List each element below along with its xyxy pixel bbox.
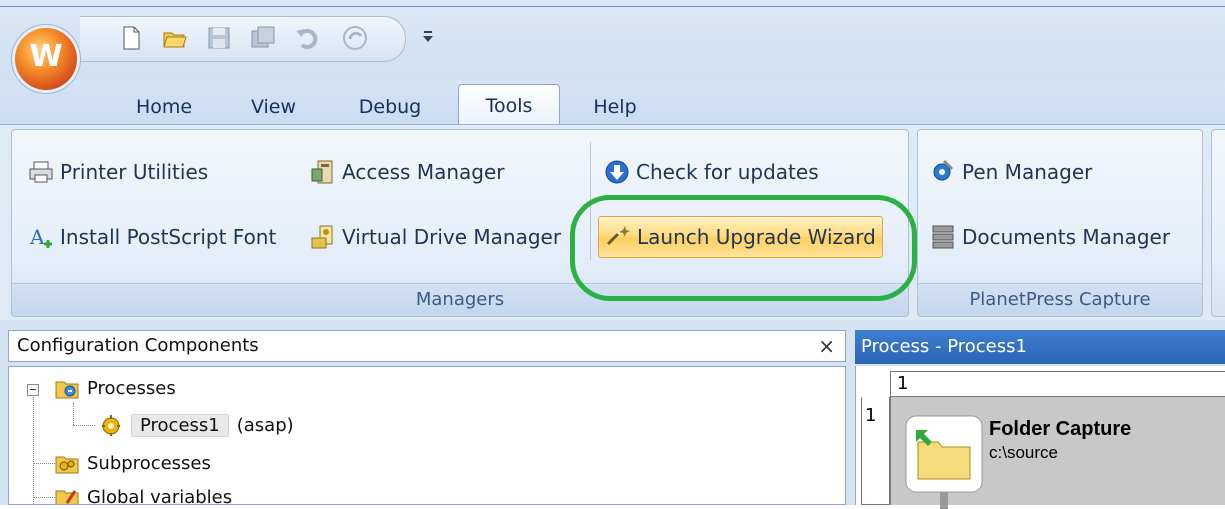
redo-icon[interactable]	[342, 25, 368, 51]
documents-manager-label: Documents Manager	[962, 225, 1171, 249]
tree-line	[73, 425, 95, 426]
install-postscript-font-button[interactable]: A Install PostScript Font	[28, 217, 276, 257]
process-gear-icon	[102, 415, 120, 436]
tab-help[interactable]: Help	[578, 90, 652, 124]
configuration-components-header: Configuration Components ×	[8, 330, 846, 362]
process-grid: 1 1 Folder Capture c:\source	[855, 366, 1225, 509]
column-header-label: 1	[897, 373, 909, 394]
close-panel-icon[interactable]: ×	[818, 331, 835, 361]
process-panel-title: Process - Process1	[861, 336, 1027, 357]
subprocesses-folder-icon	[55, 456, 79, 474]
configuration-tree: Processes Process1 (asap) Subprocesses G…	[8, 366, 846, 505]
tab-debug[interactable]: Debug	[346, 90, 434, 124]
quick-access-toolbar	[80, 16, 406, 62]
tree-node-process1[interactable]: Process1 (asap)	[99, 410, 294, 440]
subprocesses-label: Subprocesses	[87, 452, 211, 474]
ribbon-tab-row: Home View Debug Tools Help	[0, 80, 1225, 127]
tab-tools[interactable]: Tools	[458, 84, 560, 127]
virtual-drive-icon	[311, 225, 333, 249]
open-folder-icon[interactable]	[162, 25, 188, 51]
tree-node-subprocesses[interactable]: Subprocesses	[55, 448, 211, 478]
access-manager-icon	[311, 160, 333, 184]
process1-label: Process1	[131, 413, 229, 437]
access-manager-label: Access Manager	[342, 160, 505, 184]
tree-node-processes[interactable]: Processes	[55, 373, 176, 403]
folder-capture-title: Folder Capture	[989, 418, 1132, 440]
highlight-callout	[570, 195, 917, 301]
collapse-toggle[interactable]	[27, 384, 39, 396]
check-for-updates-button[interactable]: Check for updates	[604, 152, 819, 192]
printer-utilities-button[interactable]: Printer Utilities	[28, 152, 208, 192]
tree-line	[33, 389, 34, 504]
tree-line	[73, 403, 74, 425]
folder-capture-path: c:\source	[989, 443, 1058, 462]
pen-manager-label: Pen Manager	[962, 160, 1093, 184]
virtual-drive-manager-label: Virtual Drive Manager	[342, 225, 562, 249]
undo-icon[interactable]	[294, 25, 320, 51]
processes-folder-icon	[55, 381, 79, 399]
tree-node-global-variables[interactable]: Global variables	[55, 482, 233, 505]
new-document-icon[interactable]	[118, 25, 144, 51]
window-border	[0, 6, 1225, 7]
column-header: 1	[890, 371, 1225, 397]
customize-quick-access-icon[interactable]	[420, 28, 436, 44]
save-icon[interactable]	[206, 25, 232, 51]
download-update-icon	[605, 160, 629, 184]
orb-letter: W	[29, 39, 63, 74]
process1-status: (asap)	[236, 414, 294, 436]
planetpress-capture-group-label: PlanetPress Capture	[918, 283, 1202, 316]
virtual-drive-manager-button[interactable]: Virtual Drive Manager	[310, 217, 561, 257]
row-header: 1	[861, 397, 890, 505]
folder-capture-icon[interactable]	[904, 414, 984, 509]
tree-line	[33, 497, 55, 498]
tab-home[interactable]: Home	[120, 90, 208, 124]
access-manager-button[interactable]: Access Manager	[310, 152, 505, 192]
font-icon: A	[29, 225, 52, 249]
global-variables-label: Global variables	[87, 486, 233, 505]
pen-manager-button[interactable]: Pen Manager	[930, 152, 1092, 192]
pen-manager-icon	[933, 159, 954, 181]
global-variables-folder-icon	[55, 490, 79, 504]
svg-text:A: A	[29, 225, 45, 249]
save-all-icon[interactable]	[250, 25, 276, 51]
row-header-label: 1	[865, 405, 877, 426]
processes-label: Processes	[87, 377, 176, 399]
next-group	[1211, 129, 1225, 317]
configuration-components-title: Configuration Components	[17, 335, 259, 356]
tree-line	[33, 463, 55, 464]
process-panel-header: Process - Process1	[855, 330, 1225, 364]
printer-utilities-label: Printer Utilities	[60, 160, 209, 184]
check-for-updates-label: Check for updates	[636, 160, 819, 184]
printer-icon	[29, 161, 53, 183]
documents-manager-icon	[932, 225, 954, 249]
tab-view[interactable]: View	[236, 90, 311, 124]
documents-manager-button[interactable]: Documents Manager	[930, 217, 1170, 257]
install-postscript-font-label: Install PostScript Font	[60, 225, 277, 249]
application-orb-button[interactable]: W	[15, 28, 77, 90]
